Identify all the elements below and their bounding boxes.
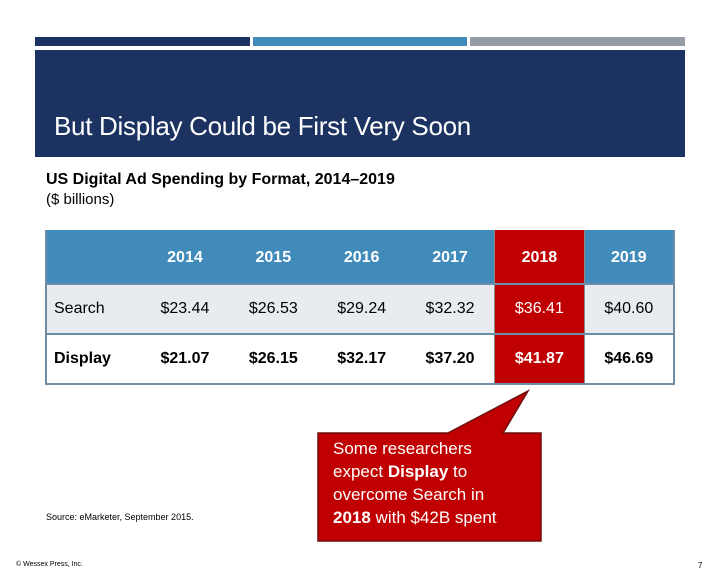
- callout-text: Some researchers expect Display to overc…: [333, 437, 538, 529]
- callout-emphasis-display: Display: [387, 462, 449, 481]
- callout-text-span: with $42B spent: [370, 508, 497, 527]
- page-number: 7: [698, 561, 703, 570]
- callout-line-1: Some researchers: [333, 439, 472, 458]
- callout-line-2: expect Display to: [333, 460, 538, 483]
- copyright-notice: © Wessex Press, Inc.: [16, 561, 83, 568]
- callout-emphasis-year: 2018: [333, 508, 371, 527]
- source-note: Source: eMarketer, September 2015.: [46, 512, 194, 522]
- callout-line-4: 2018 with $42B spent: [333, 506, 538, 529]
- callout-text-span: expect: [333, 462, 388, 481]
- callout-text-span: to: [448, 462, 468, 481]
- callout-line-3: overcome Search in: [333, 485, 485, 504]
